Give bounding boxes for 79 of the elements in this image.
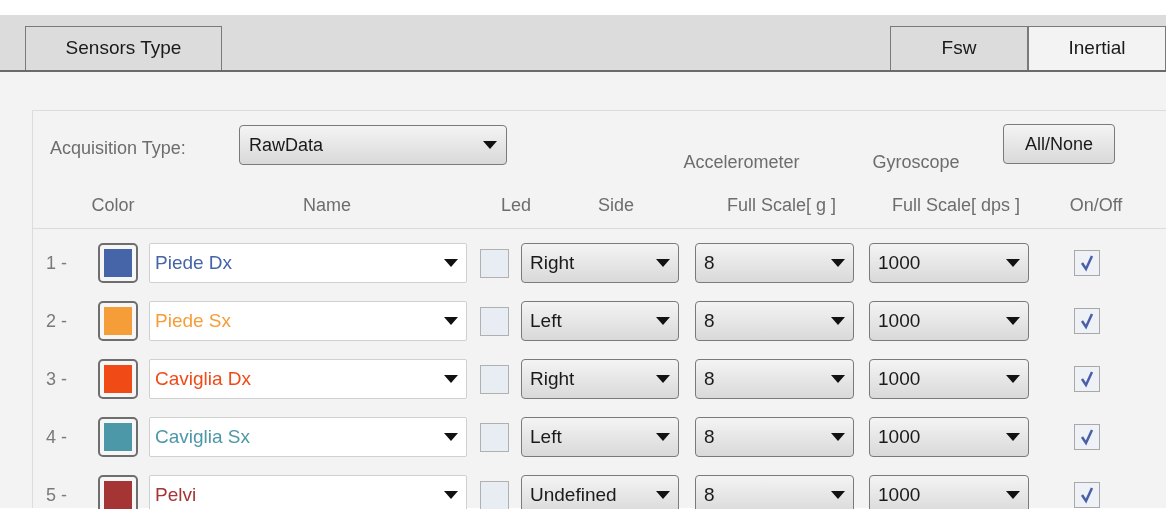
all-none-button[interactable]: All/None [1003,124,1115,164]
checkmark-icon [1078,254,1096,272]
tab[interactable]: Fsw [890,26,1028,70]
dropdown-caret-icon [656,317,670,325]
dropdown-caret-icon [831,317,845,325]
dropdown-caret-icon [656,491,670,499]
accelerometer-scale-dropdown[interactable]: 8 [695,243,854,283]
row-number: 2 - [46,309,68,333]
name-dropdown[interactable]: Pelvi [149,475,467,509]
name-dropdown[interactable]: Caviglia Dx [149,359,467,399]
led-checkbox[interactable] [480,480,509,509]
dropdown-caret-icon [444,433,458,441]
column-header: Full Scale[ g ] [725,194,837,217]
dropdown-caret-icon [656,433,670,441]
dropdown-caret-icon [1006,317,1020,325]
name-dropdown[interactable]: Piede Dx [149,243,467,283]
on-off-checkbox[interactable] [1074,482,1100,508]
color-swatch[interactable] [98,243,138,283]
tab[interactable]: Inertial [1028,26,1166,70]
dropdown-caret-icon [1006,433,1020,441]
row-number: 3 - [46,367,68,391]
dropdown-caret-icon [656,375,670,383]
side-dropdown[interactable]: Right [521,359,679,399]
tab[interactable]: Sensors Type [25,26,222,70]
gyroscope-scale-dropdown[interactable]: 1000 [869,475,1029,509]
dropdown-caret-icon [483,141,497,149]
row-number: 4 - [46,425,68,449]
checkmark-icon [1078,428,1096,446]
dropdown-caret-icon [444,375,458,383]
dropdown-caret-icon [1006,375,1020,383]
row-number: 1 - [46,251,68,275]
acquisition-type-dropdown[interactable]: RawData [239,125,507,165]
color-swatch[interactable] [98,417,138,457]
dropdown-caret-icon [656,259,670,267]
gyroscope-scale-dropdown[interactable]: 1000 [869,243,1029,283]
led-checkbox[interactable] [480,364,509,394]
checkmark-icon [1078,370,1096,388]
side-dropdown[interactable]: Undefined [521,475,679,509]
on-off-checkbox[interactable] [1074,250,1100,276]
dropdown-caret-icon [1006,259,1020,267]
gyroscope-scale-dropdown[interactable]: 1000 [869,301,1029,341]
color-swatch[interactable] [98,301,138,341]
dropdown-caret-icon [444,491,458,499]
color-swatch[interactable] [98,359,138,399]
gyroscope-scale-dropdown[interactable]: 1000 [869,417,1029,457]
accelerometer-scale-dropdown[interactable]: 8 [695,301,854,341]
dropdown-caret-icon [831,375,845,383]
column-header: Gyroscope [871,151,961,174]
dropdown-caret-icon [831,491,845,499]
dropdown-caret-icon [444,259,458,267]
led-checkbox[interactable] [480,248,509,278]
dropdown-caret-icon [831,433,845,441]
side-dropdown[interactable]: Right [521,243,679,283]
dropdown-caret-icon [831,259,845,267]
led-checkbox[interactable] [480,306,509,336]
accelerometer-scale-dropdown[interactable]: 8 [695,417,854,457]
side-dropdown[interactable]: Left [521,301,679,341]
side-dropdown[interactable]: Left [521,417,679,457]
led-checkbox[interactable] [480,422,509,452]
dropdown-caret-icon [444,317,458,325]
checkmark-icon [1078,486,1096,504]
checkmark-icon [1078,312,1096,330]
column-header: On/Off [1068,194,1124,217]
column-header: Led [499,194,532,217]
column-header: Side [597,194,635,217]
acquisition-type-label: Acquisition Type: [50,137,187,160]
dropdown-caret-icon [1006,491,1020,499]
on-off-checkbox[interactable] [1074,424,1100,450]
row-number: 5 - [46,483,68,507]
column-header: Color [90,194,136,217]
accelerometer-scale-dropdown[interactable]: 8 [695,475,854,509]
on-off-checkbox[interactable] [1074,308,1100,334]
column-header: Name [302,194,352,217]
column-header: Full Scale[ dps ] [890,194,1022,217]
color-swatch[interactable] [98,475,138,509]
column-header: Accelerometer [682,151,801,174]
gyroscope-scale-dropdown[interactable]: 1000 [869,359,1029,399]
accelerometer-scale-dropdown[interactable]: 8 [695,359,854,399]
on-off-checkbox[interactable] [1074,366,1100,392]
